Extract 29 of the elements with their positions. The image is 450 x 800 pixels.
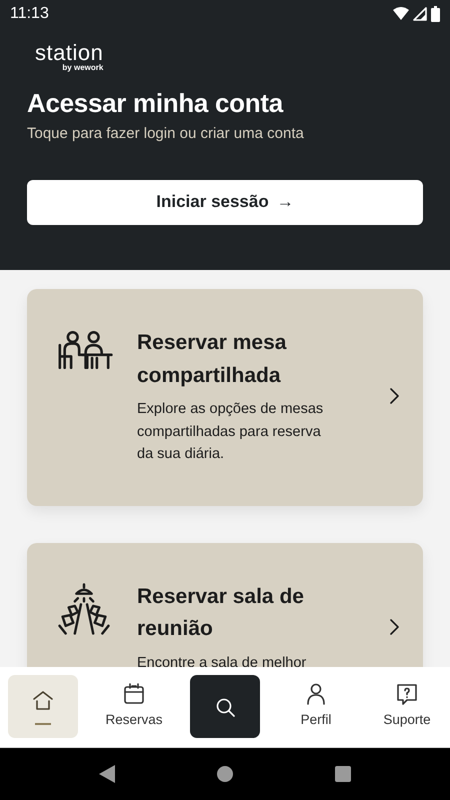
chevron-right-icon: [389, 388, 399, 404]
logo-wordmark: station: [35, 42, 104, 64]
nav-tab[interactable]: Suporte: [372, 675, 442, 738]
nav-tab[interactable]: Reservas: [99, 675, 169, 738]
sign-in-button[interactable]: Iniciar sessão →: [27, 180, 423, 225]
battery-icon: [431, 6, 440, 22]
status-time: 11:13: [10, 4, 49, 24]
recents-icon: [335, 766, 351, 782]
home-icon: [31, 688, 55, 712]
option-card[interactable]: Reservar sala de reunião Encontre a sala de melhor: [27, 542, 423, 667]
home-button-icon: [217, 766, 233, 782]
calendar-icon: [122, 682, 146, 706]
page-subtitle: Toque para fazer login ou criar uma conta: [27, 124, 305, 144]
selected-indicator: [35, 722, 51, 724]
page-title: Acessar minha conta: [27, 88, 284, 120]
nav-tab[interactable]: Perfil: [281, 675, 351, 738]
card-title: Reservar sala de reunião: [137, 584, 305, 642]
back-icon: [99, 765, 115, 783]
card-title: Reservar mesa compartilhada: [137, 330, 288, 389]
help-icon: [395, 682, 419, 706]
option-card[interactable]: Reservar mesa compartilhada Explore as opções de mesas compartilhadas para reserva da sua diária.: [27, 289, 423, 506]
logo-byline: by wework: [61, 64, 104, 72]
signal-icon: [413, 7, 427, 21]
wifi-icon: [393, 7, 409, 21]
card-description: Encontre a sala de melhor: [137, 654, 308, 667]
chevron-right-icon: [389, 619, 399, 636]
nav-tab[interactable]: [190, 675, 260, 738]
person-icon: [304, 682, 328, 706]
card-description: Explore as opções de mesas compartilhadas para reserva da sua diária.: [137, 400, 324, 464]
